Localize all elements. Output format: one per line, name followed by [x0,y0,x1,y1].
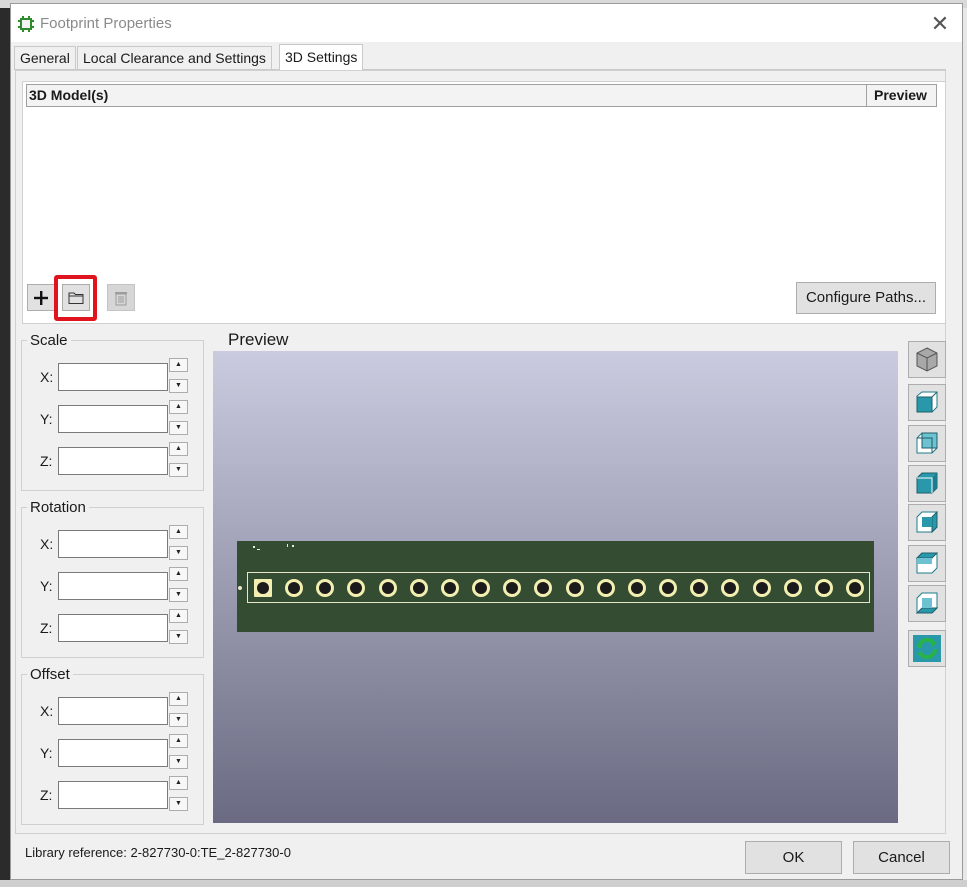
trash-icon [115,292,127,306]
background-app-status [0,880,967,887]
scale-x-down-button[interactable]: ▼ [169,379,188,393]
scale-z-up-button[interactable]: ▲ [169,442,188,456]
view-top-button[interactable] [908,545,946,582]
rotation-x-input[interactable] [58,530,168,558]
view-bottom-icon [915,592,939,614]
scale-x-input[interactable] [58,363,168,391]
offset-y-down-button[interactable]: ▼ [169,755,188,769]
reload-button[interactable] [908,630,946,667]
view-front-button[interactable] [908,384,946,421]
pad [565,579,584,597]
rotation-y-label: Y: [40,578,53,594]
rotation-x-down-button[interactable]: ▼ [169,546,188,560]
plus-icon [34,291,48,305]
footprint-app-icon [18,16,34,32]
tab-3d-settings[interactable]: 3D Settings [279,44,364,70]
column-separator[interactable] [866,85,867,106]
rotation-z-up-button[interactable]: ▲ [169,609,188,623]
pad [409,579,428,597]
view-right-button[interactable] [908,504,946,541]
background-app-canvas [0,8,10,887]
rotation-z-label: Z: [40,620,53,636]
offset-z-input[interactable] [58,781,168,809]
configure-paths-button[interactable]: Configure Paths... [796,282,936,314]
rotation-y-input[interactable] [58,572,168,600]
ok-button[interactable]: OK [745,841,842,874]
scale-group-title: Scale [27,332,71,349]
scale-x-label: X: [40,369,54,385]
offset-y-up-button[interactable]: ▲ [169,734,188,748]
offset-y-label: Y: [40,745,53,761]
pad [659,579,678,597]
scale-y-down-button[interactable]: ▼ [169,421,188,435]
offset-x-down-button[interactable]: ▼ [169,713,188,727]
tab-local-clearance[interactable]: Local Clearance and Settings [77,46,272,69]
scale-x-up-button[interactable]: ▲ [169,358,188,372]
offset-x-up-button[interactable]: ▲ [169,692,188,706]
cube-3d-icon [916,347,938,372]
view-top-icon [915,552,939,574]
rotation-group-title: Rotation [27,499,89,516]
offset-group-title: Offset [27,666,73,683]
offset-x-input[interactable] [58,697,168,725]
scale-z-down-button[interactable]: ▼ [169,463,188,477]
close-icon[interactable]: ✕ [926,10,954,38]
rotation-y-up-button[interactable]: ▲ [169,567,188,581]
pad [627,579,646,597]
preview-title: Preview [228,330,289,349]
pad [783,579,802,597]
rotation-x-up-button[interactable]: ▲ [169,525,188,539]
delete-model-button[interactable] [107,284,135,311]
view-back-button[interactable] [908,425,946,462]
pad-1 [254,579,272,597]
silkscreen-marks [253,544,294,550]
scale-z-label: Z: [40,453,53,469]
view-bottom-button[interactable] [908,585,946,622]
connector-outline [247,572,870,603]
offset-x-label: X: [40,703,54,719]
window-title: Footprint Properties [40,15,172,32]
offset-y-input[interactable] [58,739,168,767]
pad [846,579,864,597]
view-back-icon [916,432,938,454]
reload-icon [913,635,941,662]
library-reference: Library reference: 2-827730-0:TE_2-82773… [25,845,291,860]
rotation-z-input[interactable] [58,614,168,642]
offset-z-down-button[interactable]: ▼ [169,797,188,811]
view-right-icon [916,510,938,534]
scale-y-up-button[interactable]: ▲ [169,400,188,414]
pad [472,579,491,597]
column-header-3d-models[interactable]: 3D Model(s) [29,87,108,103]
pad [378,579,397,597]
pad [814,579,833,597]
column-header-preview[interactable]: Preview [874,87,927,103]
scale-y-label: Y: [40,411,53,427]
rotation-y-down-button[interactable]: ▼ [169,588,188,602]
pad [596,579,615,597]
add-model-button[interactable] [27,284,55,311]
rotation-z-down-button[interactable]: ▼ [169,630,188,644]
pad [440,579,459,597]
pin1-marker [238,586,242,590]
cancel-button[interactable]: Cancel [853,841,950,874]
tab-general[interactable]: General [14,46,76,69]
offset-z-up-button[interactable]: ▲ [169,776,188,790]
scale-z-input[interactable] [58,447,168,475]
models-grid-header [26,84,937,107]
rotation-x-label: X: [40,536,54,552]
view-left-icon [916,472,938,494]
browse-button-highlight [54,275,97,321]
view-left-button[interactable] [908,465,946,502]
pad [752,579,771,597]
offset-z-label: Z: [40,787,53,803]
view-front-icon [916,391,938,413]
view-3d-button[interactable] [908,341,946,378]
scale-y-input[interactable] [58,405,168,433]
